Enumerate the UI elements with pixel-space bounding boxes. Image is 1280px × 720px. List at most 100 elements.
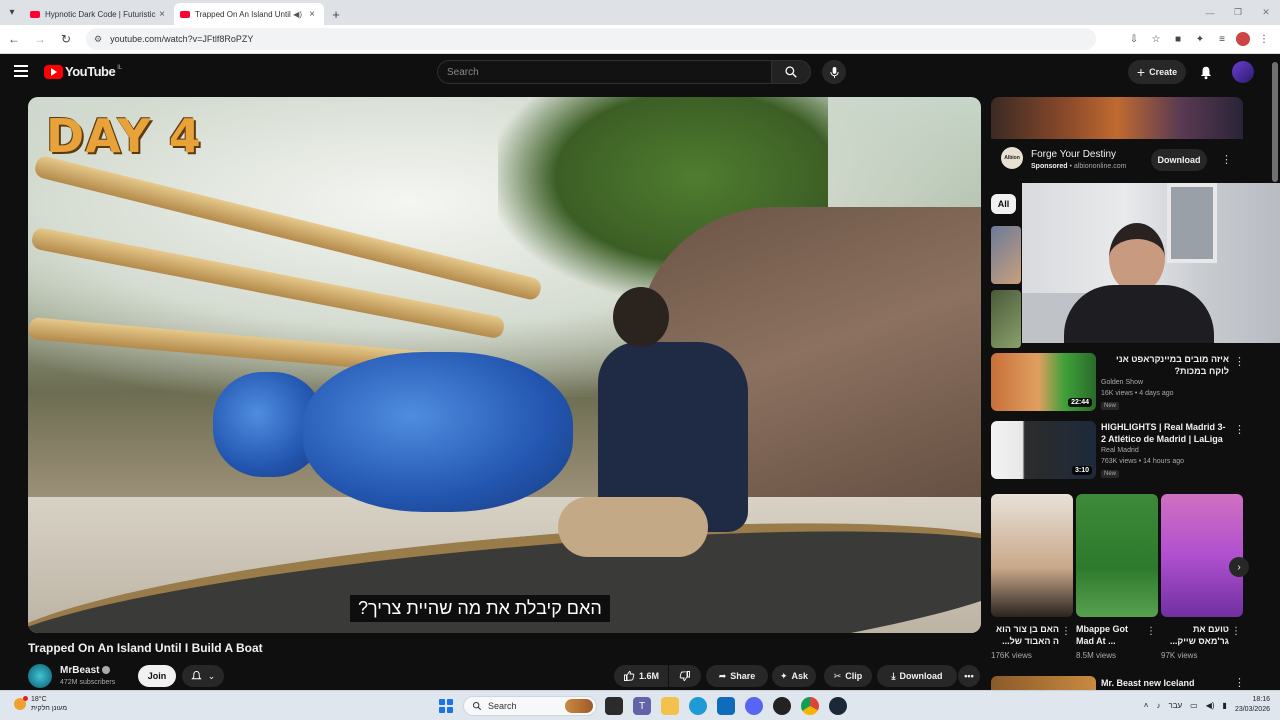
short-views: 176K views [991, 651, 1032, 660]
video-thumbnail[interactable] [991, 676, 1096, 690]
store-icon[interactable] [717, 697, 735, 715]
download-button[interactable]: ⤓ Download [877, 665, 957, 687]
new-tab-button[interactable]: + [324, 3, 348, 25]
short-thumbnail[interactable] [1076, 494, 1158, 617]
video-thumbnail[interactable] [991, 290, 1021, 348]
video-player[interactable]: DAY 4 האם קיבלת את מה שהיית צריך? [28, 97, 981, 633]
task-view-icon[interactable] [605, 697, 623, 715]
video-thumbnail[interactable]: 3:10 [991, 421, 1096, 479]
clock[interactable]: 18:16 23/03/2026 [1235, 695, 1270, 715]
mic-tray-icon[interactable]: ♪ [1156, 701, 1160, 710]
video-title[interactable]: Mr. Beast new Iceland [1101, 678, 1195, 688]
more-actions-button[interactable]: ••• [958, 665, 980, 687]
extensions-puzzle-icon[interactable]: ✦ [1192, 29, 1208, 49]
maximize-icon[interactable]: ❐ [1224, 0, 1252, 25]
recommended-video[interactable]: 3:10 HIGHLIGHTS | Real Madrid 3-2 Atléti… [991, 421, 1245, 483]
like-button[interactable]: 1.6M [614, 665, 668, 687]
close-icon[interactable]: × [156, 9, 168, 20]
browser-tab-1[interactable]: Hypnotic Dark Code | Futuristic × [24, 3, 174, 25]
clip-button[interactable]: ✂ Clip [824, 665, 872, 687]
more-icon[interactable]: ⋮ [1231, 626, 1241, 637]
sponsored-ad[interactable]: Albion Forge Your Destiny Sponsored • al… [991, 97, 1243, 181]
advertiser-logo: Albion [1001, 147, 1023, 169]
youtube-logo[interactable]: YouTube IL [44, 64, 122, 79]
recommended-video[interactable]: 22:44 איזה מובים במיינקראפט אני לוקח במכ… [991, 353, 1245, 415]
discord-icon[interactable] [745, 697, 763, 715]
install-icon[interactable]: ⇩ [1126, 29, 1142, 49]
short-thumbnail[interactable] [991, 494, 1073, 617]
menu-icon[interactable] [14, 65, 28, 77]
more-icon[interactable]: ⋮ [1234, 676, 1245, 689]
video-thumbnail[interactable] [991, 226, 1021, 284]
file-explorer-icon[interactable] [661, 697, 679, 715]
edge-icon[interactable] [689, 697, 707, 715]
steam-icon[interactable] [829, 697, 847, 715]
filter-chip-all[interactable]: All [991, 194, 1016, 214]
voice-search-button[interactable] [822, 60, 846, 84]
reload-icon[interactable]: ↻ [54, 27, 78, 51]
browser-tab-strip: ▾ Hypnotic Dark Code | Futuristic × Trap… [0, 0, 1280, 25]
search-button[interactable] [771, 60, 811, 84]
channel-avatar[interactable] [28, 664, 52, 688]
more-icon[interactable]: ⋮ [1061, 626, 1071, 637]
speaker-icon[interactable]: ◀) [293, 10, 302, 19]
short-item[interactable]: האם בן צור הוא ה האבוד של... 176K views … [991, 494, 1073, 660]
short-item[interactable]: Mbappe Got Mad At ... 8.5M views ⋮ [1076, 494, 1158, 660]
extension-icon[interactable]: ■ [1170, 29, 1186, 49]
scene-barrel [303, 352, 573, 512]
search-input[interactable] [447, 66, 771, 78]
ad-download-button[interactable]: Download [1151, 149, 1207, 171]
notifications-button[interactable] [1196, 62, 1216, 82]
profile-avatar[interactable] [1236, 32, 1250, 46]
network-icon[interactable]: ▭ [1190, 701, 1198, 710]
back-icon[interactable]: ← [2, 27, 26, 51]
window-close-icon[interactable]: ✕ [1252, 0, 1280, 25]
chevron-up-icon[interactable]: ˄ [1144, 701, 1149, 710]
share-button[interactable]: ➦ Share [706, 665, 768, 687]
media-icon[interactable]: ≡ [1214, 29, 1230, 49]
more-icon[interactable]: ⋮ [1234, 355, 1245, 368]
recommended-video[interactable]: Mr. Beast new Iceland ⋮ [991, 676, 1245, 690]
short-thumbnail[interactable] [1161, 494, 1243, 617]
short-title[interactable]: טועם את גר'מאס שייק... [1161, 623, 1229, 649]
ask-button[interactable]: ✦ Ask [772, 665, 816, 687]
day-overlay-text: DAY 4 [46, 109, 202, 163]
chevron-right-icon[interactable]: › [1229, 557, 1249, 577]
teams-icon[interactable]: T [633, 697, 651, 715]
browser-tab-2[interactable]: Trapped On An Island Until I ◀) × [174, 3, 324, 25]
more-icon[interactable]: ⋮ [1146, 626, 1156, 637]
chrome-icon[interactable] [801, 697, 819, 715]
minimize-icon[interactable]: — [1196, 0, 1224, 25]
more-icon[interactable]: ⋮ [1221, 153, 1232, 166]
weather-widget[interactable]: 18°C מעונן חלקית [14, 695, 67, 713]
taskbar-search[interactable]: Search [463, 696, 597, 716]
channel-name[interactable]: Real Madrid [1101, 447, 1139, 454]
windows-start-icon[interactable] [439, 699, 453, 713]
browser-menu-icon[interactable]: ⋮ [1256, 29, 1272, 49]
account-avatar[interactable] [1232, 61, 1254, 83]
subscription-bell-button[interactable]: ⌄ [182, 665, 224, 687]
url-field[interactable]: ⚙ youtube.com/watch?v=JFtlf8RoPZY [86, 28, 1096, 50]
app-icon[interactable] [773, 697, 791, 715]
language-indicator[interactable]: עבר [1168, 701, 1182, 710]
dislike-button[interactable] [669, 665, 701, 687]
more-icon[interactable]: ⋮ [1234, 423, 1245, 436]
channel-name[interactable]: MrBeast [60, 665, 111, 676]
short-title[interactable]: Mbappe Got Mad At ... [1076, 623, 1144, 649]
short-item[interactable]: טועם את גר'מאס שייק... 97K views ⋮ [1161, 494, 1243, 660]
video-title[interactable]: איזה מובים במיינקראפט אני לוקח במכות? [1101, 353, 1229, 377]
close-icon[interactable]: × [306, 9, 318, 20]
battery-icon[interactable]: ▮ [1223, 701, 1227, 710]
site-info-icon[interactable]: ⚙ [94, 34, 102, 45]
video-title[interactable]: HIGHLIGHTS | Real Madrid 3-2 Atlético de… [1101, 421, 1229, 445]
create-button[interactable]: + Create [1128, 60, 1186, 84]
video-thumbnail[interactable]: 22:44 [991, 353, 1096, 411]
forward-icon[interactable]: → [28, 27, 52, 51]
page-scrollbar[interactable] [1272, 62, 1278, 182]
bookmark-star-icon[interactable]: ☆ [1148, 29, 1164, 49]
join-button[interactable]: Join [138, 665, 176, 687]
tab-search-icon[interactable]: ▾ [0, 0, 24, 25]
channel-name[interactable]: Golden Show [1101, 379, 1143, 386]
volume-icon[interactable]: ◀) [1206, 701, 1215, 710]
short-title[interactable]: האם בן צור הוא ה האבוד של... [991, 623, 1059, 649]
